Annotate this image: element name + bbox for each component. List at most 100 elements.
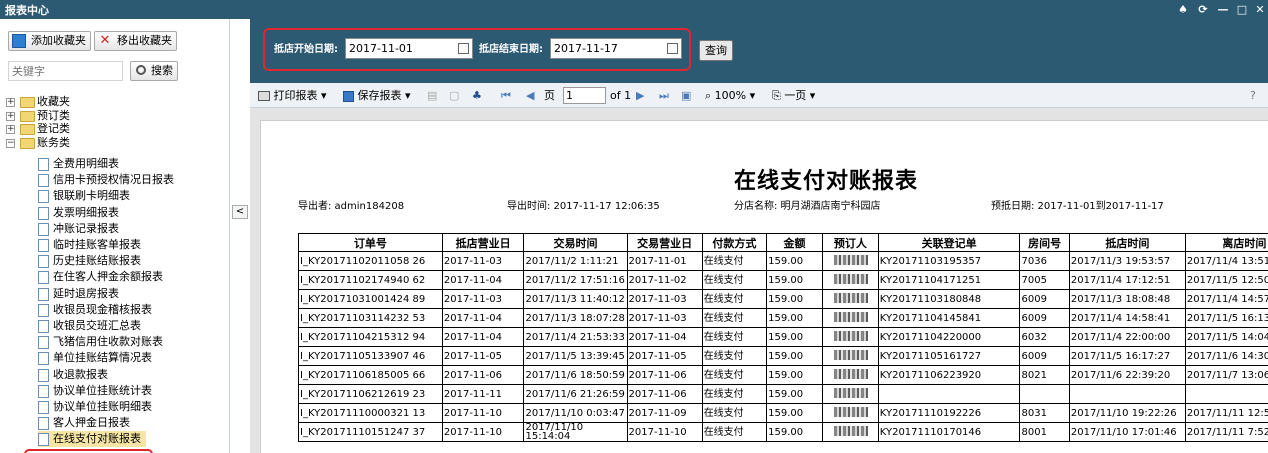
- search-button[interactable]: 搜索: [130, 61, 178, 81]
- table-cell: 2017-11-01: [626, 251, 703, 271]
- tree-report-item[interactable]: 在线支付对账报表: [38, 431, 146, 448]
- table-cell: 在线支付: [701, 327, 768, 347]
- table-cell: [821, 384, 879, 404]
- table-cell: 7036: [1019, 251, 1070, 271]
- table-cell: 2017/11/3 18:08:48: [1068, 289, 1186, 309]
- redacted-name: [833, 388, 868, 398]
- table-cell: 2017-11-10: [441, 403, 525, 423]
- redacted-name: [833, 350, 868, 360]
- table-cell: 2017-11-04: [441, 270, 525, 290]
- table-cell: 2017-11-10: [626, 422, 703, 442]
- help-icon[interactable]: ?: [1250, 88, 1256, 104]
- zoom-select[interactable]: ⌕ 100% ▾: [705, 88, 755, 104]
- redacted-name: [833, 255, 868, 265]
- report-file-icon: [38, 303, 49, 317]
- keyword-input[interactable]: [8, 61, 123, 81]
- table-cell: [821, 270, 879, 290]
- table-cell: 2017/11/11 12:56:41: [1184, 403, 1268, 423]
- zoom-icon: ⌕: [705, 89, 712, 102]
- title-bar: 报表中心 ♠ ⟳ — □ ✕: [0, 0, 1268, 19]
- add-favorite-icon: [12, 34, 26, 48]
- report-file-icon: [38, 368, 49, 382]
- redacted-name: [833, 426, 868, 436]
- first-page-icon[interactable]: ⏮: [501, 88, 511, 104]
- report-viewer[interactable]: 在线支付对账报表 导出者: admin184208 导出时间: 2017-11-…: [250, 108, 1268, 453]
- expand-icon[interactable]: +: [6, 111, 15, 121]
- table-cell: 在线支付: [701, 251, 768, 271]
- next-page-icon[interactable]: ▶: [636, 88, 644, 104]
- table-cell: 在线支付: [701, 346, 768, 366]
- report-file-icon: [38, 417, 49, 431]
- export-time-text: 导出时间: 2017-11-17 12:06:35: [507, 201, 660, 212]
- remove-favorite-icon: ✕: [99, 33, 111, 48]
- tree-report-label: 信用卡预授权情况日报表: [53, 173, 174, 187]
- table-cell: 159.00: [766, 422, 823, 442]
- table-cell: [821, 403, 879, 423]
- report-file-icon: [38, 255, 49, 269]
- table-cell: 2017-11-06: [626, 384, 703, 404]
- page-number-input[interactable]: 1: [563, 87, 606, 104]
- table-cell: [821, 251, 879, 271]
- branch-text: 分店名称: 明月湖酒店南宁科园店: [734, 201, 881, 212]
- report-toolbar: 打印报表 ▾ 保存报表 ▾ ▤ ▢ ♣ ⏮ ◀ 页 1 of 1 ▶ ⏭ ▣ ⌕…: [250, 83, 1268, 108]
- column-header: 抵店营业日: [441, 233, 525, 252]
- table-cell: 在线支付: [701, 270, 768, 290]
- start-date-label: 抵店开始日期:: [274, 44, 338, 55]
- collapse-sidebar-button[interactable]: <: [232, 205, 248, 219]
- copy-icon[interactable]: ▢: [449, 88, 459, 104]
- table-cell: I_KY20171106185005 66: [298, 365, 443, 385]
- table-cell: [821, 346, 879, 366]
- expand-icon[interactable]: −: [6, 138, 15, 148]
- close-icon[interactable]: ✕: [1251, 0, 1268, 19]
- pin-icon[interactable]: ♠: [1174, 0, 1192, 19]
- report-file-icon: [38, 206, 49, 220]
- table-cell: [821, 327, 879, 347]
- tree-report-label: 协议单位挂账明细表: [53, 400, 152, 413]
- table-cell: 2017/11/6 22:39:20: [1068, 365, 1186, 385]
- print-button[interactable]: 打印报表 ▾: [258, 88, 327, 104]
- maximize-icon[interactable]: □: [1233, 0, 1251, 19]
- calendar-icon[interactable]: [458, 43, 469, 54]
- table-header: 订单号 抵店营业日 交易时间 交易营业日 付款方式 金额 预订人 关联登记单 房间号 抵店时间 离店…: [298, 233, 1268, 252]
- table-cell: 2017/11/5 14:04:48: [1184, 327, 1268, 347]
- table-cell: 6009: [1019, 289, 1070, 309]
- table-row: I_KY20171103114232 53 2017-11-04 2017/11/3…: [298, 308, 1268, 328]
- table-cell: 在线支付: [701, 308, 768, 328]
- page-view-select[interactable]: ⎘ 一页 ▾: [772, 88, 815, 104]
- report-file-icon: [38, 433, 49, 447]
- table-cell: 2017/11/7 13:06:50: [1184, 365, 1268, 385]
- table-cell: 2017-11-03: [626, 308, 703, 328]
- tree-report-label: 历史挂账结账报表: [53, 254, 141, 268]
- calendar-icon[interactable]: [667, 43, 678, 54]
- refresh-icon[interactable]: ⟳: [1194, 0, 1212, 19]
- last-page-icon[interactable]: ⏭: [659, 88, 669, 104]
- end-date-input[interactable]: 2017-11-17: [550, 38, 682, 59]
- export-icon[interactable]: ▤: [427, 88, 437, 104]
- table-cell: [1068, 384, 1186, 404]
- table-cell: KY20171104171251: [877, 270, 1021, 290]
- expand-icon[interactable]: +: [6, 125, 15, 135]
- table-cell: 在线支付: [701, 422, 768, 442]
- expand-icon[interactable]: +: [6, 98, 15, 107]
- remove-favorite-button[interactable]: ✕ 移出收藏夹: [94, 31, 177, 51]
- table-cell: I_KY20171110000321 13: [298, 403, 443, 423]
- minimize-icon[interactable]: —: [1214, 0, 1232, 19]
- fit-page-icon[interactable]: ▣: [681, 88, 691, 104]
- table-cell: I_KY20171104215312 94: [298, 327, 443, 347]
- table-cell: 2017-11-04: [441, 327, 525, 347]
- column-header: 关联登记单: [877, 233, 1021, 252]
- table-cell: KY20171103180848: [877, 289, 1021, 309]
- printer-icon: [258, 91, 270, 101]
- query-button[interactable]: 查询: [699, 40, 733, 61]
- save-button[interactable]: 保存报表 ▾: [343, 88, 411, 104]
- exporter-text: 导出者: admin184208: [298, 201, 405, 212]
- column-header: 订单号: [298, 233, 443, 252]
- table-cell: 2017-11-06: [441, 365, 525, 385]
- find-icon[interactable]: ♣: [472, 88, 482, 104]
- start-date-input[interactable]: 2017-11-01: [345, 38, 473, 59]
- add-favorite-button[interactable]: 添加收藏夹: [8, 31, 91, 51]
- prev-page-icon[interactable]: ◀: [526, 88, 534, 104]
- table-cell: [1184, 384, 1268, 404]
- table-cell: 2017/11/5 16:17:27: [1068, 346, 1186, 366]
- table-cell: 2017/11/4 14:58:41: [1068, 308, 1186, 328]
